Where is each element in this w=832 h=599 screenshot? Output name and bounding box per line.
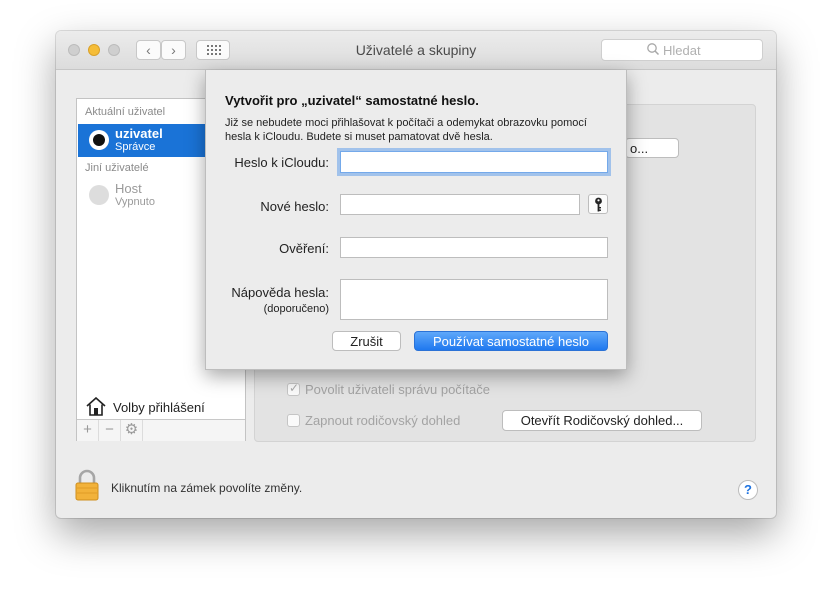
title-bar: ‹ › Uživatelé a skupiny Hledat xyxy=(56,31,776,70)
icloud-password-label: Heslo k iCloudu: xyxy=(234,155,329,170)
separate-password-sheet: Vytvořit pro „uzivatel“ samostatné heslo… xyxy=(205,70,627,370)
parental-controls-label: Zapnout rodičovský dohled xyxy=(305,413,461,428)
use-separate-password-button[interactable]: Používat samostatné heslo xyxy=(414,331,608,351)
change-password-button[interactable]: o... xyxy=(625,138,679,158)
add-user-button[interactable]: + xyxy=(77,420,99,441)
user-name: uzivatel xyxy=(115,126,163,141)
sidebar-toolbar: + − ⚙ xyxy=(77,419,245,441)
search-icon xyxy=(647,43,660,56)
lock-message: Kliknutím na zámek povolíte změny. xyxy=(111,481,303,495)
verify-password-field[interactable] xyxy=(340,237,608,258)
allow-admin-checkbox[interactable] xyxy=(287,381,300,396)
password-hint-sublabel: (doporučeno) xyxy=(263,303,329,315)
current-user-header: Aktuální uživatel xyxy=(85,106,166,118)
other-users-header: Jiní uživatelé xyxy=(85,162,149,174)
allow-admin-label: Povolit uživateli správu počítače xyxy=(305,382,490,397)
key-icon xyxy=(595,197,602,212)
open-parental-controls-button[interactable]: Otevřít Rodičovský dohled... xyxy=(502,410,702,431)
cancel-button[interactable]: Zrušit xyxy=(332,331,401,351)
login-options-item[interactable]: Volby přihlášení xyxy=(78,395,244,419)
user-name: Host xyxy=(115,181,142,196)
verify-password-label: Ověření: xyxy=(279,241,329,256)
gear-icon[interactable]: ⚙ xyxy=(121,420,143,441)
search-placeholder: Hledat xyxy=(663,43,701,58)
sheet-title: Vytvořit pro „uzivatel“ samostatné heslo… xyxy=(225,93,479,108)
new-password-field[interactable] xyxy=(340,194,580,215)
sheet-description: Již se nebudete moci přihlašovat k počít… xyxy=(225,117,587,143)
house-icon xyxy=(86,397,106,416)
password-assistant-button[interactable] xyxy=(588,194,608,214)
remove-user-button[interactable]: − xyxy=(99,420,121,441)
help-button[interactable]: ? xyxy=(738,480,758,500)
password-hint-label: Nápověda hesla: xyxy=(231,285,329,300)
password-hint-field[interactable] xyxy=(340,279,608,320)
lock-icon[interactable] xyxy=(74,469,100,504)
search-field[interactable]: Hledat xyxy=(601,39,763,61)
login-options-label: Volby přihlášení xyxy=(113,400,205,415)
parental-controls-checkbox[interactable] xyxy=(287,414,300,427)
user-role: Správce xyxy=(115,141,156,153)
icloud-password-field[interactable] xyxy=(340,151,608,173)
new-password-label: Nové heslo: xyxy=(260,199,329,214)
user-status: Vypnuto xyxy=(115,196,155,208)
avatar xyxy=(89,185,109,205)
avatar xyxy=(89,130,109,150)
